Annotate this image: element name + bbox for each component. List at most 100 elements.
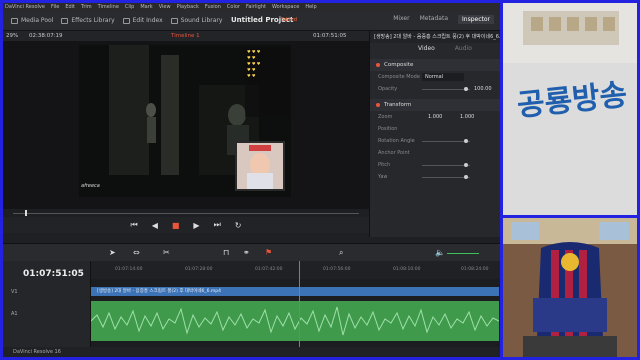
viewer-scrubber[interactable] bbox=[3, 209, 369, 217]
inspector-tab[interactable]: Inspector bbox=[458, 15, 494, 24]
play-icon[interactable]: ▶ bbox=[193, 221, 199, 230]
transport-controls: ⏮ ◀ ■ ▶ ⏭ ↻ bbox=[3, 217, 369, 233]
record-timecode: 01:07:51:05 bbox=[313, 33, 347, 39]
menu-item-color[interactable]: Color bbox=[227, 3, 240, 11]
trim-tool-icon[interactable]: ⇔ bbox=[133, 248, 140, 257]
menu-item-fairlight[interactable]: Fairlight bbox=[246, 3, 266, 11]
menu-item-playback[interactable]: Playback bbox=[177, 3, 199, 11]
menu-item-clip[interactable]: Clip bbox=[125, 3, 134, 11]
menu-item-fusion[interactable]: Fusion bbox=[205, 3, 221, 11]
opacity-row: Opacity 100.00 bbox=[370, 83, 500, 95]
transform-section[interactable]: Transform bbox=[370, 99, 500, 111]
effects-icon bbox=[61, 17, 69, 24]
step-back-icon[interactable]: ◀ bbox=[152, 221, 158, 230]
composite-section[interactable]: Composite bbox=[370, 59, 500, 71]
composite-mode-select[interactable]: Normal bbox=[422, 73, 464, 81]
ruler-mark: 01:07:42:00 bbox=[255, 267, 283, 272]
source-timecode: 02:38:07:19 bbox=[29, 33, 63, 39]
audio-subtab[interactable]: Audio bbox=[455, 43, 472, 55]
composite-mode-label: Composite Mode bbox=[378, 74, 420, 80]
app-version: DaVinci Resolve 16 bbox=[13, 349, 61, 355]
timeline[interactable]: 01:07:51:05 V1 A1 01:07:14:00 01:07:28:0… bbox=[3, 261, 500, 347]
top-toolbar: Media Pool Effects Library Edit Index So… bbox=[3, 11, 500, 31]
timeline-name[interactable]: Timeline 1 bbox=[171, 31, 200, 41]
opacity-value[interactable]: 100.00 bbox=[474, 83, 492, 95]
mixer-tab[interactable]: Mixer bbox=[393, 15, 409, 24]
scrub-handle[interactable] bbox=[25, 210, 27, 216]
scrub-track bbox=[13, 213, 359, 214]
zoom-row: Zoom 1.000 1.000 bbox=[370, 111, 500, 123]
panel-tabs: Mixer Metadata Inspector bbox=[393, 15, 494, 24]
effects-library-button[interactable]: Effects Library bbox=[61, 17, 115, 24]
yaw-slider[interactable] bbox=[422, 175, 470, 179]
edit-index-button[interactable]: Edit Index bbox=[122, 17, 163, 24]
media-pool-button[interactable]: Media Pool bbox=[11, 17, 53, 24]
timeline-ruler[interactable]: 01:07:14:00 01:07:28:00 01:07:42:00 01:0… bbox=[91, 261, 500, 279]
track-headers: 01:07:51:05 V1 A1 bbox=[3, 261, 91, 347]
transform-header: Transform bbox=[384, 102, 412, 108]
menu-item-workspace[interactable]: Workspace bbox=[272, 3, 299, 11]
volume-slider[interactable] bbox=[447, 253, 479, 254]
menu-item-file[interactable]: File bbox=[51, 3, 59, 11]
ruler-mark: 01:07:28:00 bbox=[185, 267, 213, 272]
rotation-slider[interactable] bbox=[422, 139, 470, 143]
yaw-row: Yaw bbox=[370, 171, 500, 183]
menu-item-edit[interactable]: Edit bbox=[65, 3, 75, 11]
menu-item-mark[interactable]: Mark bbox=[140, 3, 152, 11]
timeline-viewer[interactable]: ♥ ♥ ♥ ♥ ♥ ♥ ♥ ♥ ♥ ♥ ♥ ♥ afreeca bbox=[3, 41, 369, 209]
rotation-row: Rotation Angle bbox=[370, 135, 500, 147]
pitch-row: Pitch bbox=[370, 159, 500, 171]
menu-item-timeline[interactable]: Timeline bbox=[98, 3, 119, 11]
inspector-subtabs: Video Audio bbox=[370, 43, 500, 55]
playhead[interactable] bbox=[299, 261, 300, 347]
webcam-bottom-scene bbox=[503, 218, 637, 357]
go-to-start-icon[interactable]: ⏮ bbox=[131, 220, 138, 230]
snap-icon[interactable]: ⊓ bbox=[223, 248, 229, 257]
opacity-slider[interactable] bbox=[422, 87, 470, 91]
anchor-row: Anchor Point bbox=[370, 147, 500, 159]
position-row: Position bbox=[370, 123, 500, 135]
effects-library-label: Effects Library bbox=[71, 17, 115, 24]
link-icon[interactable]: ⚭ bbox=[243, 248, 250, 257]
pitch-slider[interactable] bbox=[422, 163, 470, 167]
audio-waveform bbox=[91, 306, 499, 336]
video-clip[interactable]: [생방송] 2대 알바 - 음증흥 스크립트 풍(2) 후 대박이네6_6.mp… bbox=[91, 287, 499, 296]
go-to-end-icon[interactable]: ⏭ bbox=[214, 220, 221, 230]
status-bar: DaVinci Resolve 16 bbox=[3, 347, 500, 357]
track-a1-label: A1 bbox=[11, 311, 18, 317]
inspector-panel: [생방송] 2대 알바 - 음증흥 스크립트 풍(2) 후 대박이네6_6.mp… bbox=[369, 31, 500, 237]
yaw-label: Yaw bbox=[378, 174, 388, 180]
composite-header: Composite bbox=[384, 62, 414, 68]
enable-dot-icon[interactable] bbox=[376, 63, 380, 67]
chat-overlay: ♥ ♥ ♥ ♥ ♥ ♥ ♥ ♥ ♥ ♥ ♥ ♥ bbox=[247, 49, 261, 78]
viewer-zoom[interactable]: 29% bbox=[6, 31, 18, 41]
volume-icon[interactable]: 🔈 bbox=[435, 248, 445, 257]
zoom-y-value[interactable]: 1.000 bbox=[460, 111, 474, 123]
video-subtab[interactable]: Video bbox=[418, 43, 435, 55]
loop-icon[interactable]: ↻ bbox=[235, 221, 242, 230]
webcam-bottom bbox=[503, 218, 637, 357]
menu-item-trim[interactable]: Trim bbox=[81, 3, 92, 11]
stream-watermark: afreeca bbox=[81, 183, 100, 189]
menu-item-app[interactable]: DaVinci Resolve bbox=[5, 3, 45, 11]
zoom-x-value[interactable]: 1.000 bbox=[428, 111, 442, 123]
metadata-tab[interactable]: Metadata bbox=[420, 15, 448, 24]
media-pool-icon bbox=[11, 17, 18, 24]
viewer-header: 29% 02:38:07:19 Timeline 1 01:07:51:05 bbox=[3, 31, 369, 41]
rotation-label: Rotation Angle bbox=[378, 138, 415, 144]
ruler-mark: 01:08:10:00 bbox=[393, 267, 421, 272]
edited-badge: Edited bbox=[281, 17, 297, 23]
video-frame: ♥ ♥ ♥ ♥ ♥ ♥ ♥ ♥ ♥ ♥ ♥ ♥ afreeca bbox=[79, 45, 291, 197]
audio-clip[interactable] bbox=[91, 301, 499, 341]
enable-dot-icon[interactable] bbox=[376, 103, 380, 107]
selection-tool-icon[interactable]: ➤ bbox=[109, 248, 116, 257]
media-pool-label: Media Pool bbox=[21, 17, 54, 24]
zoom-timeline-icon[interactable]: ⌕ bbox=[339, 248, 343, 258]
sound-library-button[interactable]: Sound Library bbox=[170, 17, 222, 24]
menu-item-help[interactable]: Help bbox=[305, 3, 316, 11]
stop-icon[interactable]: ■ bbox=[172, 221, 180, 230]
flag-icon[interactable]: ⚑ bbox=[265, 248, 272, 257]
position-label: Position bbox=[378, 126, 398, 132]
blade-tool-icon[interactable]: ✂ bbox=[163, 248, 170, 257]
menu-item-view[interactable]: View bbox=[159, 3, 171, 11]
